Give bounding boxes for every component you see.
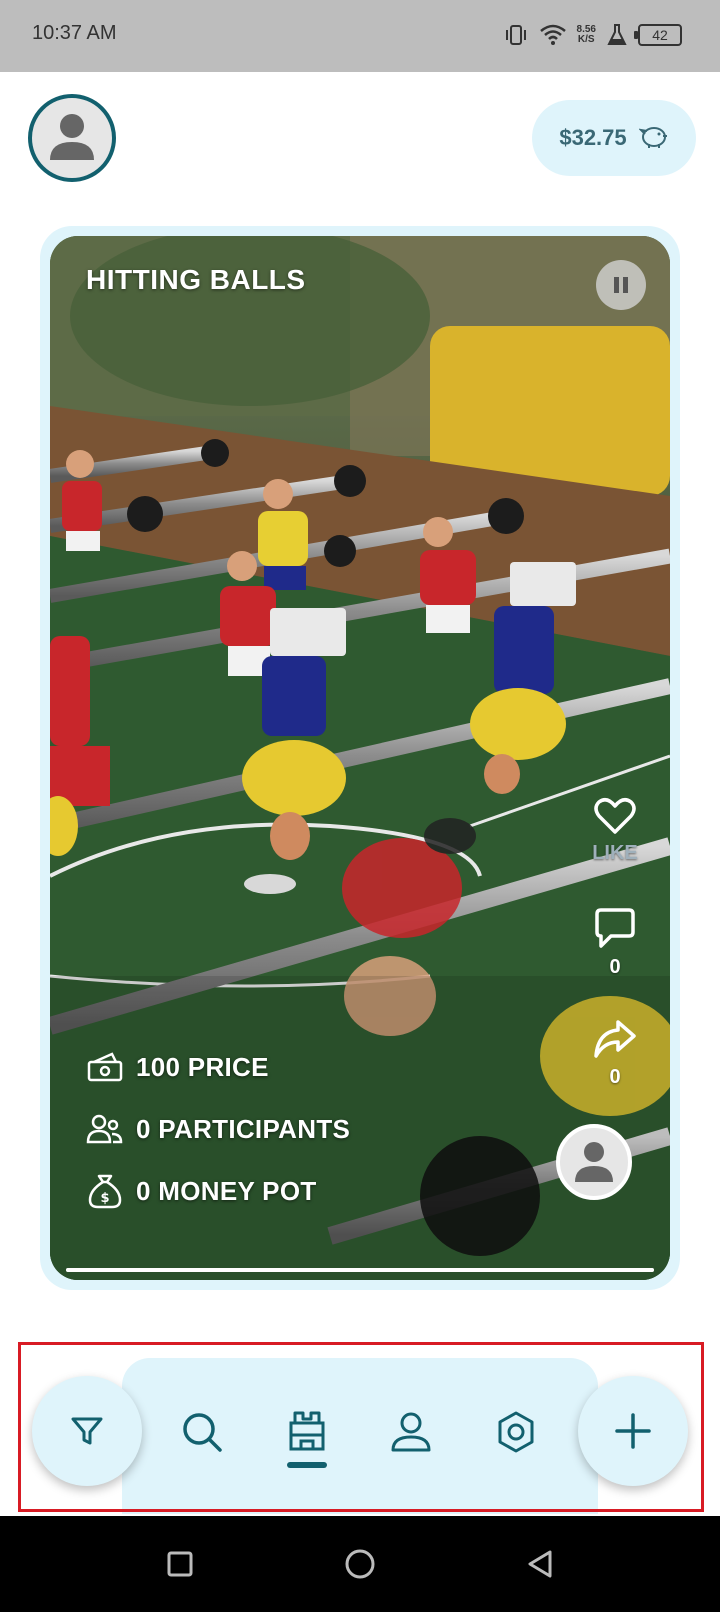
video-progress-bar[interactable] — [66, 1268, 654, 1272]
comment-button[interactable]: 0 — [570, 906, 660, 979]
wallet-amount: $32.75 — [559, 125, 627, 150]
home-button[interactable] — [338, 1542, 382, 1586]
person-icon — [575, 1142, 613, 1182]
participants-icon — [86, 1114, 123, 1144]
share-icon — [594, 1020, 636, 1058]
person-icon — [50, 114, 94, 160]
money-pot-text: 0 MONEY POT — [136, 1175, 317, 1206]
pause-button[interactable] — [596, 260, 646, 310]
recents-button[interactable] — [158, 1542, 202, 1586]
comment-count: 0 — [609, 956, 621, 978]
pause-icon — [614, 277, 628, 293]
money-pot-row: $ 0 MONEY POT — [86, 1160, 350, 1222]
status-bar: 10:37 AM 8.56 K/S 42 — [0, 0, 720, 72]
share-count: 0 — [609, 1066, 621, 1088]
wallet-button[interactable]: $32.75 — [532, 100, 696, 176]
battery-icon: 42 — [634, 24, 682, 46]
network-speed: 8.56 K/S — [577, 25, 596, 45]
like-label: LIKE — [592, 842, 638, 864]
share-button[interactable]: 0 — [570, 1018, 660, 1089]
flask-icon — [606, 23, 628, 47]
comment-icon — [595, 908, 635, 948]
cash-icon — [87, 1052, 123, 1082]
money-bag-icon: $ — [88, 1174, 122, 1209]
back-button[interactable] — [518, 1542, 562, 1586]
wifi-icon — [539, 23, 567, 47]
home-icon — [345, 1549, 375, 1579]
video-progress-fill — [66, 1268, 654, 1272]
status-icons: 8.56 K/S 42 — [503, 18, 682, 52]
video-card[interactable]: HITTING BALLS LIKE 0 0 100 PRICE 0 PARTI… — [50, 236, 670, 1280]
vibrate-icon — [503, 22, 529, 48]
user-avatar[interactable] — [28, 94, 116, 182]
status-time: 10:37 AM — [32, 22, 117, 44]
challenge-stats: 100 PRICE 0 PARTICIPANTS $ 0 MONEY POT — [86, 1036, 350, 1222]
svg-text:$: $ — [100, 1191, 109, 1206]
piggy-bank-icon — [637, 122, 669, 154]
recents-icon — [167, 1551, 193, 1577]
like-button[interactable]: LIKE — [570, 796, 660, 865]
participants-text: 0 PARTICIPANTS — [136, 1113, 351, 1144]
creator-avatar[interactable] — [556, 1124, 632, 1200]
back-icon — [528, 1550, 552, 1578]
net-speed-unit: K/S — [577, 34, 595, 45]
heart-icon — [594, 798, 636, 834]
system-nav-bar — [0, 1516, 720, 1612]
nav-highlight-box — [18, 1342, 704, 1512]
price-text: 100 PRICE — [136, 1051, 269, 1082]
video-title: HITTING BALLS — [86, 264, 306, 295]
price-row: 100 PRICE — [86, 1036, 350, 1098]
participants-row: 0 PARTICIPANTS — [86, 1098, 350, 1160]
